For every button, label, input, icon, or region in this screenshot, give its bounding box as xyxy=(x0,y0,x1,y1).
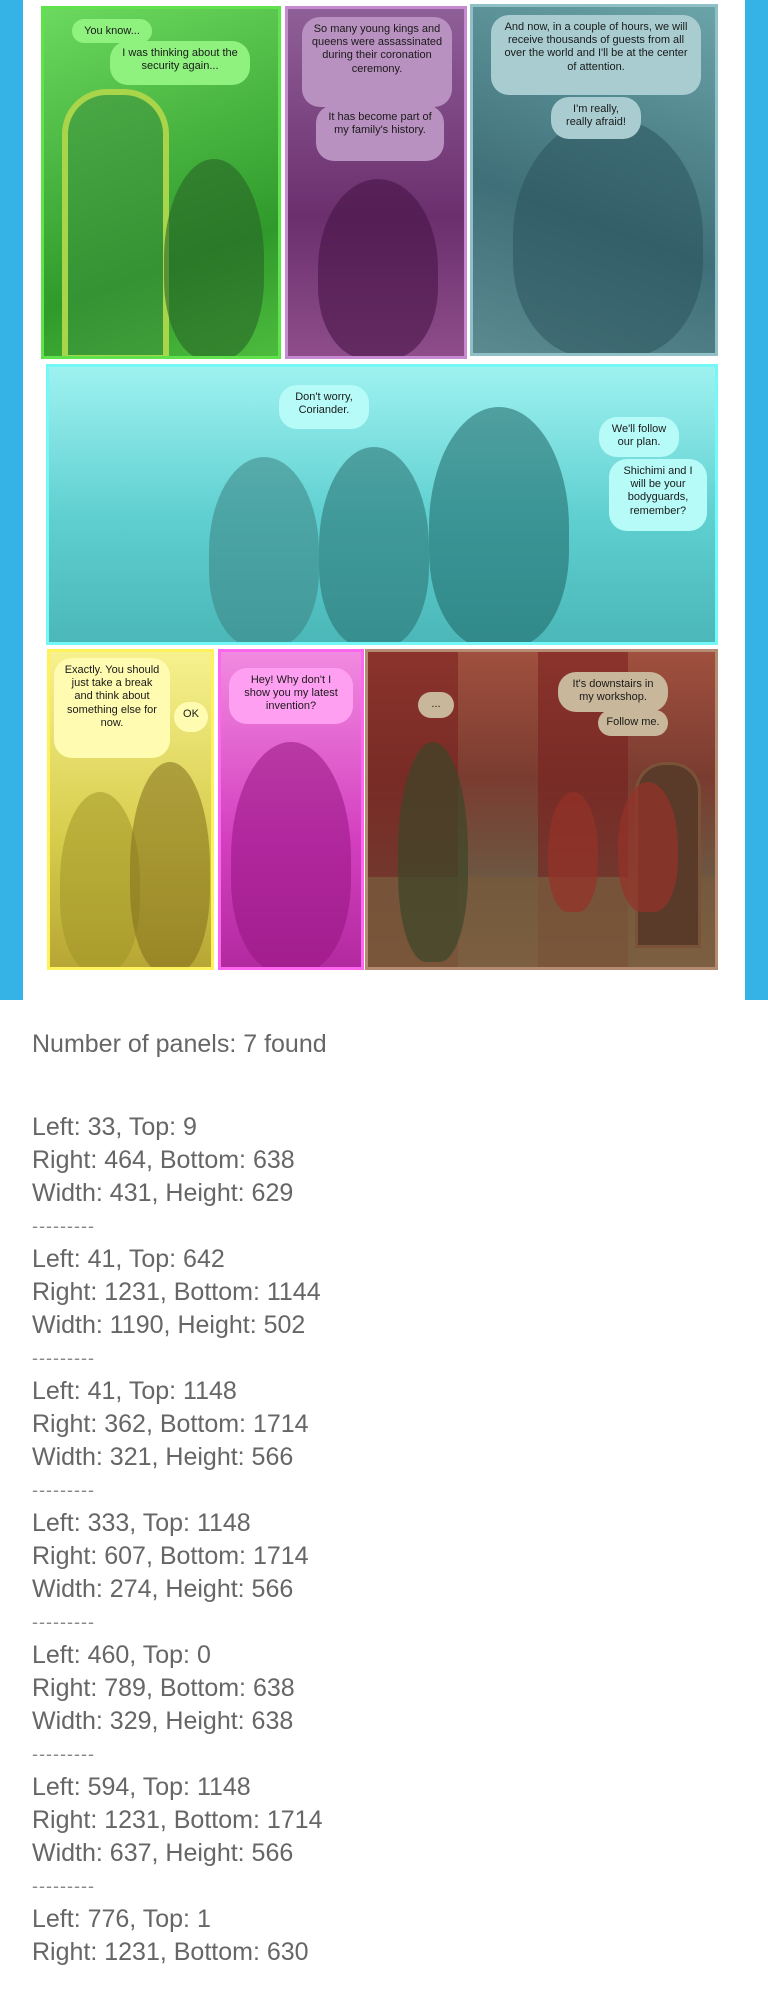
character-figure xyxy=(618,782,678,912)
panel-rect-entry: Left: 776, Top: 1 Right: 1231, Bottom: 6… xyxy=(32,1903,732,1969)
rect-extent: Right: 789, Bottom: 638 xyxy=(32,1674,295,1702)
character-figure xyxy=(398,742,468,962)
rect-position: Left: 41, Top: 1148 xyxy=(32,1377,237,1405)
rect-extent: Right: 1231, Bottom: 1144 xyxy=(32,1278,321,1306)
speech-bubble: It has become part of my family's histor… xyxy=(316,105,444,161)
character-figure xyxy=(548,792,598,912)
panel-rect-entry: Left: 33, Top: 9 Right: 464, Bottom: 638… xyxy=(32,1111,732,1243)
speech-bubble: You know... xyxy=(72,19,152,43)
comic-panel-3: And now, in a couple of hours, we will r… xyxy=(470,4,718,356)
character-figure xyxy=(429,407,569,642)
rect-extent: Right: 1231, Bottom: 1714 xyxy=(32,1806,323,1834)
character-figure xyxy=(319,447,429,642)
speech-bubble: Hey! Why don't I show you my latest inve… xyxy=(229,668,353,724)
character-figure xyxy=(318,179,438,356)
rect-extent: Right: 1231, Bottom: 630 xyxy=(32,1938,309,1966)
rect-position: Left: 33, Top: 9 xyxy=(32,1113,197,1141)
rect-position: Left: 333, Top: 1148 xyxy=(32,1509,251,1537)
speech-bubble: So many young kings and queens were assa… xyxy=(302,17,452,107)
speech-bubble: It's downstairs in my workshop. xyxy=(558,672,668,712)
rect-extent: Right: 362, Bottom: 1714 xyxy=(32,1410,309,1438)
panel-count-summary: Number of panels: 7 found xyxy=(32,1030,327,1058)
panel-rect-entry: Left: 594, Top: 1148 Right: 1231, Bottom… xyxy=(32,1771,732,1903)
rect-size: Width: 637, Height: 566 xyxy=(32,1839,294,1867)
separator-line: --------- xyxy=(32,1348,95,1368)
speech-bubble: We'll follow our plan. xyxy=(599,417,679,457)
character-figure xyxy=(130,762,210,967)
character-figure xyxy=(209,457,319,642)
speech-bubble: I'm really, really afraid! xyxy=(551,97,641,139)
panel-rect-entry: Left: 41, Top: 1148 Right: 362, Bottom: … xyxy=(32,1375,732,1507)
speech-bubble: Follow me. xyxy=(598,710,668,736)
comic-panel-4: Don't worry, Coriander. We'll follow our… xyxy=(46,364,718,645)
separator-line: --------- xyxy=(32,1216,95,1236)
character-figure xyxy=(60,792,140,967)
separator-line: --------- xyxy=(32,1744,95,1764)
speech-bubble: OK xyxy=(174,702,208,732)
rect-size: Width: 321, Height: 566 xyxy=(32,1443,294,1471)
comic-panel-6: Hey! Why don't I show you my latest inve… xyxy=(218,649,364,970)
comic-panel-1: You know... I was thinking about the sec… xyxy=(41,6,281,359)
speech-bubble: Don't worry, Coriander. xyxy=(279,385,369,429)
character-figure xyxy=(164,159,264,356)
character-face xyxy=(513,117,703,353)
rect-position: Left: 594, Top: 1148 xyxy=(32,1773,251,1801)
speech-bubble: ... xyxy=(418,692,454,718)
rect-position: Left: 41, Top: 642 xyxy=(32,1245,225,1273)
character-figure xyxy=(231,742,351,967)
comic-panel-7: ... It's downstairs in my workshop. Foll… xyxy=(365,649,718,970)
rect-position: Left: 776, Top: 1 xyxy=(32,1905,211,1933)
panel-rect-entry: Left: 333, Top: 1148 Right: 607, Bottom:… xyxy=(32,1507,732,1639)
speech-bubble: I was thinking about the security again.… xyxy=(110,41,250,85)
rect-size: Width: 329, Height: 638 xyxy=(32,1707,294,1735)
separator-line: --------- xyxy=(32,1480,95,1500)
rect-size: Width: 1190, Height: 502 xyxy=(32,1311,306,1339)
rect-extent: Right: 464, Bottom: 638 xyxy=(32,1146,295,1174)
mirror-illustration xyxy=(62,89,169,356)
separator-line: --------- xyxy=(32,1612,95,1632)
rect-size: Width: 431, Height: 629 xyxy=(32,1179,294,1207)
rect-size: Width: 274, Height: 566 xyxy=(32,1575,294,1603)
speech-bubble: Shichimi and I will be your bodyguards, … xyxy=(609,459,707,531)
speech-bubble: And now, in a couple of hours, we will r… xyxy=(491,15,701,95)
comic-panel-2: So many young kings and queens were assa… xyxy=(285,6,467,359)
panel-detection-results: Number of panels: 7 found Left: 33, Top:… xyxy=(32,1028,732,1969)
separator-line: --------- xyxy=(32,1876,95,1896)
comic-panel-5: Exactly. You should just take a break an… xyxy=(47,649,214,970)
rect-position: Left: 460, Top: 0 xyxy=(32,1641,211,1669)
speech-bubble: Exactly. You should just take a break an… xyxy=(54,658,170,758)
panel-rect-entry: Left: 460, Top: 0 Right: 789, Bottom: 63… xyxy=(32,1639,732,1771)
panel-rect-entry: Left: 41, Top: 642 Right: 1231, Bottom: … xyxy=(32,1243,732,1375)
rect-extent: Right: 607, Bottom: 1714 xyxy=(32,1542,309,1570)
